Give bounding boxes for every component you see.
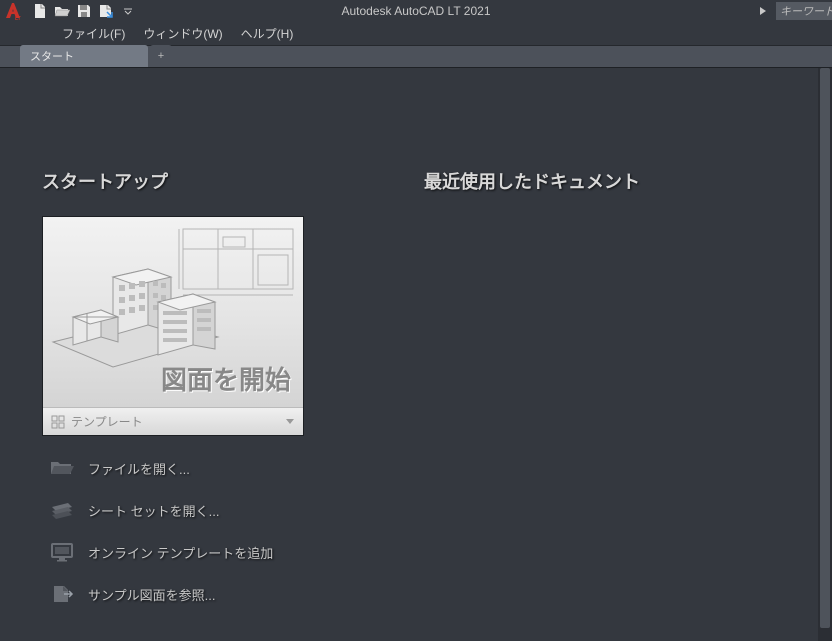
sheets-icon (50, 500, 74, 520)
online-templates-label: オンライン テンプレートを追加 (88, 543, 273, 562)
save-icon[interactable] (74, 1, 94, 21)
vertical-scrollbar[interactable] (818, 68, 832, 641)
recent-heading: 最近使用したドキュメント (424, 168, 640, 194)
menu-bar: ファイル(F) ウィンドウ(W) ヘルプ(H) (0, 22, 832, 46)
chevron-down-icon (285, 418, 295, 426)
template-dropdown[interactable]: テンプレート (43, 407, 303, 435)
menu-window[interactable]: ウィンドウ(W) (135, 21, 230, 46)
recent-column: 最近使用したドキュメント (424, 168, 640, 641)
svg-text:LT: LT (15, 16, 21, 21)
scrollbar-thumb[interactable] (820, 68, 830, 628)
start-drawing-label: 図面を開始 (161, 360, 291, 397)
start-page: スタートアップ (0, 68, 832, 641)
online-templates-action[interactable]: オンライン テンプレートを追加 (42, 536, 304, 568)
title-bar: LT Autodesk AutoCAD LT 2021 キーワードまた (0, 0, 832, 22)
open-sheetset-label: シート セットを開く... (88, 501, 219, 520)
quick-access-toolbar (30, 1, 138, 21)
monitor-icon (50, 542, 74, 562)
template-label: テンプレート (71, 413, 143, 430)
open-file-action[interactable]: ファイルを開く... (42, 452, 304, 484)
menu-help[interactable]: ヘルプ(H) (233, 21, 302, 46)
save-as-icon[interactable] (96, 1, 116, 21)
app-logo-icon[interactable]: LT (0, 0, 26, 22)
play-icon[interactable] (754, 1, 772, 21)
tab-add[interactable]: + (150, 45, 172, 67)
search-input[interactable]: キーワードまた (776, 2, 832, 20)
document-arrow-icon (50, 584, 74, 604)
sample-drawings-action[interactable]: サンプル図面を参照... (42, 578, 304, 610)
open-file-label: ファイルを開く... (88, 459, 190, 478)
start-drawing-card: 図面を開始 テンプレート (42, 216, 304, 436)
open-sheetset-action[interactable]: シート セットを開く... (42, 494, 304, 526)
open-file-icon[interactable] (52, 1, 72, 21)
new-file-icon[interactable] (30, 1, 50, 21)
menu-file[interactable]: ファイル(F) (54, 21, 133, 46)
search-area: キーワードまた (754, 1, 832, 21)
tab-bar: スタート + (0, 46, 832, 68)
folder-open-icon (50, 458, 74, 478)
sample-drawings-label: サンプル図面を参照... (88, 585, 215, 604)
tab-start[interactable]: スタート (20, 45, 148, 67)
template-grid-icon (51, 415, 65, 429)
action-list: ファイルを開く... シート セットを開く... オンライン テンプレートを追加… (42, 452, 304, 610)
qat-dropdown-icon[interactable] (118, 1, 138, 21)
start-drawing-button[interactable]: 図面を開始 (43, 217, 303, 407)
startup-column: スタートアップ (42, 168, 304, 641)
startup-heading: スタートアップ (42, 168, 304, 194)
